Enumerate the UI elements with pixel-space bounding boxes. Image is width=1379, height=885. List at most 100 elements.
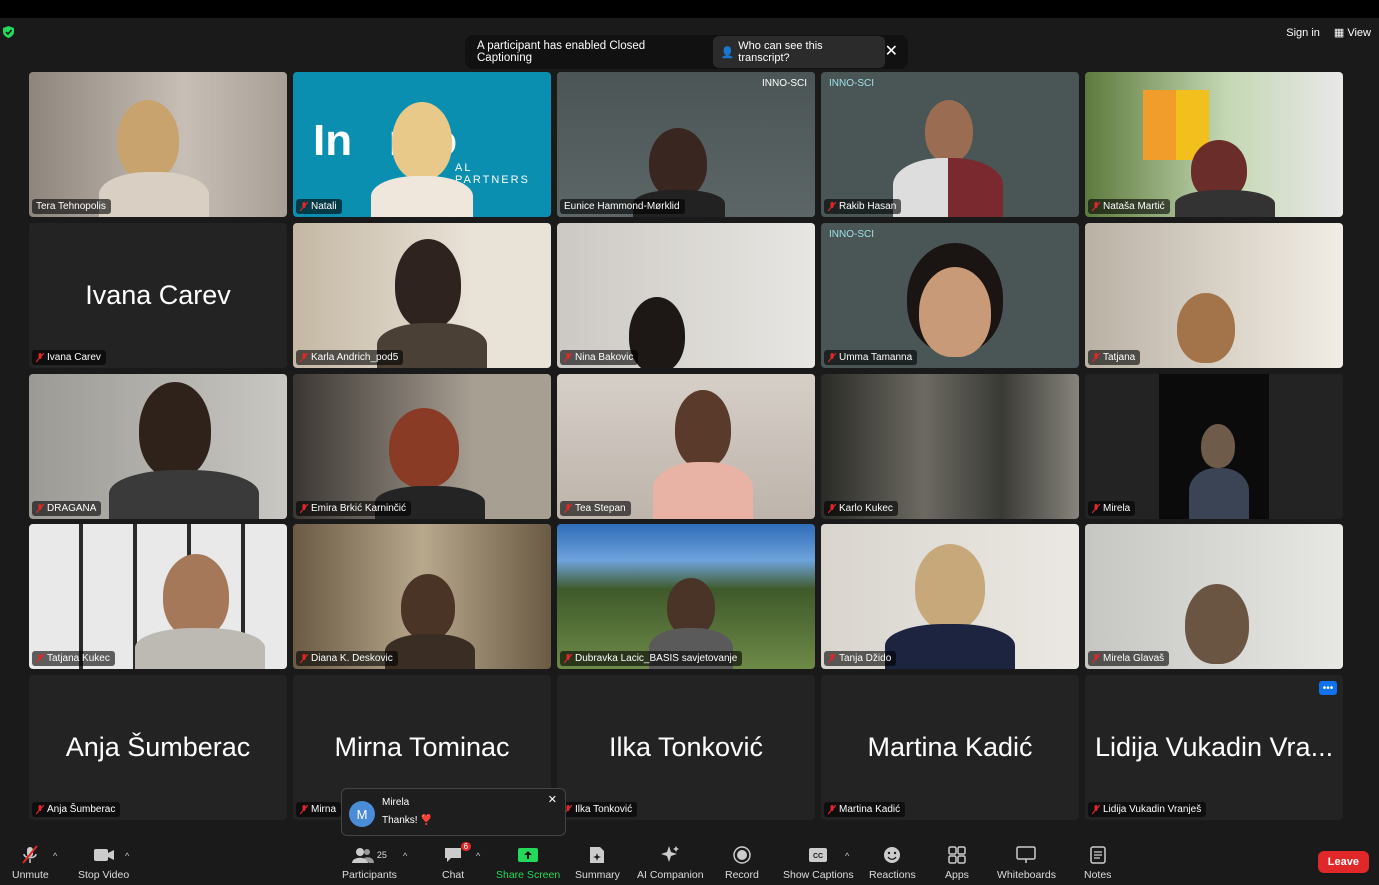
participant-name-label: Mirna	[296, 802, 342, 817]
audio-options-caret[interactable]: ^	[53, 851, 57, 861]
muted-mic-icon	[1092, 653, 1100, 663]
participants-button[interactable]: 25 Participants	[342, 845, 397, 881]
shield-icon[interactable]	[3, 26, 14, 38]
participant-body	[109, 470, 259, 519]
participant-name: Lidija Vukadin Vranješ	[1103, 804, 1202, 815]
participant-name-label: Karla Andrich_pod5	[296, 350, 404, 365]
video-tile[interactable]: In nto AL PARTNERS Natali	[293, 72, 551, 217]
participant-name-label: Lidija Vukadin Vranješ	[1088, 802, 1207, 817]
participant-name-label: Eunice Hammond-Mørklid	[560, 199, 685, 214]
video-tile[interactable]: Emira Brkić Karninčić	[293, 374, 551, 519]
more-options-button[interactable]: •••	[1319, 681, 1337, 695]
muted-mic-icon	[828, 804, 836, 814]
muted-mic-icon	[20, 845, 40, 865]
chat-message: Thanks! ❣️	[382, 815, 433, 826]
participant-name: Nina Bakovic	[575, 352, 634, 363]
participant-name: Nataša Martić	[1103, 201, 1165, 212]
muted-mic-icon	[300, 352, 308, 362]
video-tile[interactable]: INNO-SCI Umma Tamanna	[821, 223, 1079, 368]
chat-button[interactable]: 6 Chat	[442, 842, 472, 881]
participant-silhouette	[1185, 584, 1249, 664]
show-captions-label: Show Captions	[783, 869, 854, 881]
participants-options-caret[interactable]: ^	[403, 851, 407, 861]
top-right-controls: Sign in ▦ View	[1286, 26, 1371, 40]
close-icon[interactable]: ✕	[548, 793, 557, 806]
participant-name: Mirela	[1103, 503, 1131, 514]
close-icon[interactable]: ✕	[885, 44, 898, 60]
chat-options-caret[interactable]: ^	[476, 851, 480, 861]
apps-label: Apps	[945, 869, 969, 881]
video-tile[interactable]: Karla Andrich_pod5	[293, 223, 551, 368]
transcript-visibility-button[interactable]: 👤 Who can see this transcript?	[712, 36, 885, 68]
ai-companion-button[interactable]: AI Companion	[637, 845, 704, 881]
apps-icon	[948, 845, 966, 865]
leave-button[interactable]: Leave	[1317, 851, 1369, 873]
video-tile[interactable]: Nina Bakovic	[557, 223, 815, 368]
video-tile[interactable]: Mirela Glavaš	[1085, 524, 1343, 669]
background-logo-text: INNO-SCI	[829, 78, 874, 89]
grid-view-icon: ▦	[1333, 27, 1348, 39]
video-tile[interactable]: Tea Stepan	[557, 374, 815, 519]
video-tile[interactable]: Karlo Kukec	[821, 374, 1079, 519]
view-button[interactable]: ▦ View	[1334, 26, 1371, 39]
participant-silhouette	[163, 554, 229, 638]
captions-options-caret[interactable]: ^	[845, 851, 849, 861]
chat-notification[interactable]: M Mirela Thanks! ❣️ ✕	[341, 788, 566, 836]
show-captions-button[interactable]: CC Show Captions	[783, 845, 854, 881]
notes-icon	[1089, 845, 1106, 865]
video-tile[interactable]: Martina Kadić Martina Kadić	[821, 675, 1079, 820]
video-tile[interactable]: Nataša Martić	[1085, 72, 1343, 217]
video-tile[interactable]: Ivana Carev Ivana Carev	[29, 223, 287, 368]
record-button[interactable]: Record	[725, 845, 759, 881]
apps-button[interactable]: Apps	[945, 845, 969, 881]
video-tile[interactable]: Tatjana Kukec	[29, 524, 287, 669]
video-tile[interactable]: Mirela	[1085, 374, 1343, 519]
video-tile[interactable]: Tatjana	[1085, 223, 1343, 368]
video-tile[interactable]: Ilka Tonković Ilka Tonković	[557, 675, 815, 820]
muted-mic-icon	[300, 503, 308, 513]
video-tile[interactable]: Lidija Vukadin Vra... ••• Lidija Vukadin…	[1085, 675, 1343, 820]
caption-banner: A participant has enabled Closed Caption…	[465, 35, 908, 69]
participant-body	[135, 628, 265, 669]
unmute-button[interactable]: Unmute	[12, 845, 49, 881]
participant-name: Eunice Hammond-Mørklid	[564, 201, 680, 212]
participant-name: Emira Brkić Karninčić	[311, 503, 407, 514]
video-tile[interactable]: INNO-SCI Rakib Hasan	[821, 72, 1079, 217]
view-label: View	[1347, 27, 1371, 39]
muted-mic-icon	[564, 653, 572, 663]
background-logo-subtext: AL PARTNERS	[455, 162, 530, 186]
summary-button[interactable]: Summary	[575, 845, 620, 881]
muted-mic-icon	[564, 352, 572, 362]
whiteboards-button[interactable]: Whiteboards	[997, 845, 1056, 881]
video-tile[interactable]: Anja Šumberac Anja Šumberac	[29, 675, 287, 820]
participant-silhouette	[1177, 293, 1235, 363]
participant-silhouette	[395, 239, 461, 329]
video-tile[interactable]: Tera Tehnopolis	[29, 72, 287, 217]
stop-video-button[interactable]: Stop Video	[78, 845, 129, 881]
chat-label: Chat	[442, 869, 465, 881]
participant-silhouette	[392, 102, 452, 180]
participant-display-name: Anja Šumberac	[65, 732, 251, 762]
video-tile[interactable]: Dubravka Lacic_BASIS savjetovanje	[557, 524, 815, 669]
participant-silhouette	[139, 382, 211, 478]
video-tile[interactable]: DRAGANA	[29, 374, 287, 519]
smiley-icon	[883, 845, 901, 865]
svg-text:CC: CC	[813, 853, 823, 860]
participant-name-label: Diana K. Deskovic	[296, 651, 398, 666]
share-screen-label: Share Screen	[496, 869, 561, 881]
video-tile[interactable]: Tanja Džido	[821, 524, 1079, 669]
record-label: Record	[725, 869, 759, 881]
reactions-button[interactable]: Reactions	[869, 845, 916, 881]
video-tile-active-speaker[interactable]: INNO-SCI Eunice Hammond-Mørklid	[557, 72, 815, 217]
video-feed-blurred	[821, 374, 1079, 519]
notes-button[interactable]: Notes	[1084, 845, 1111, 881]
video-options-caret[interactable]: ^	[125, 851, 129, 861]
participant-name-label: Tatjana Kukec	[32, 651, 115, 666]
participant-body	[1189, 468, 1249, 519]
participant-silhouette	[1201, 424, 1235, 468]
video-feed	[557, 223, 815, 368]
share-screen-button[interactable]: Share Screen	[496, 845, 560, 881]
video-tile[interactable]: Diana K. Deskovic	[293, 524, 551, 669]
sign-in-link[interactable]: Sign in	[1286, 27, 1320, 39]
muted-mic-icon	[36, 352, 44, 362]
